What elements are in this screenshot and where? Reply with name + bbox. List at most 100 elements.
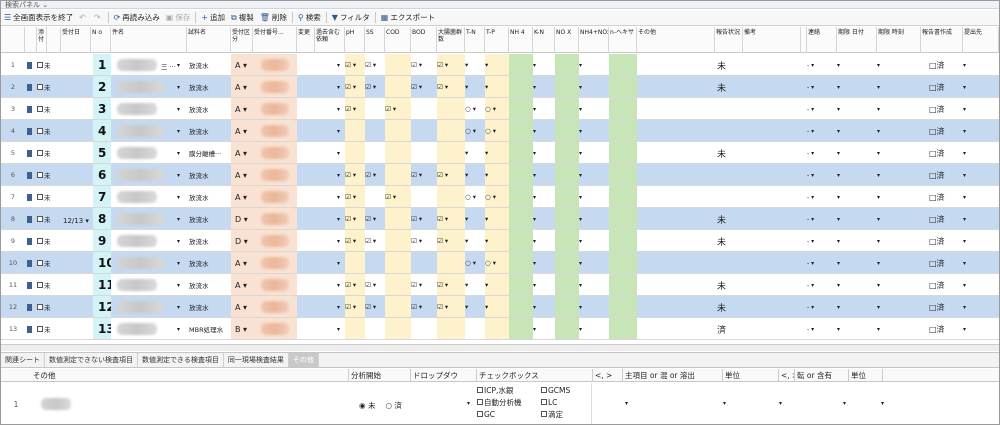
header-12[interactable]: 変更 bbox=[297, 27, 315, 53]
table-row[interactable]: 9 未 9 ▾ 放流水 D ▾ ▾ ☑ ▾ ☑ ▾ ☑ ▾ ☑ ▾ ▾ ▾ ▾ ▾ 未 - ▾ ▾ ▾ □済 ▾ bbox=[1, 230, 999, 252]
other[interactable] bbox=[637, 296, 715, 317]
deadline-time[interactable]: ▾ bbox=[877, 296, 921, 317]
table-row[interactable]: 2 未 2 ▾ 放流水 A ▾ ▾ ☑ ▾ ☑ ▾ ☑ ▾ ☑ ▾ ▾ ▾ ▾ ▾ 未 - ▾ ▾ ▾ □済 ▾ bbox=[1, 76, 999, 98]
header-1[interactable] bbox=[25, 27, 37, 53]
table-row[interactable]: 11未11▾放流水A ▾▾☑ ▾☑ ▾☑ ▾☑ ▾▾▾▾▾未- ▾▾▾□済▾ bbox=[1, 274, 999, 296]
report-created[interactable]: □済 bbox=[921, 252, 963, 273]
receipt-type[interactable]: A ▾ bbox=[231, 164, 253, 185]
contact[interactable]: - ▾ bbox=[807, 230, 837, 251]
deadline-date[interactable]: ▾ bbox=[837, 142, 877, 163]
deadline-time[interactable]: ▾ bbox=[877, 120, 921, 141]
attachment-cell[interactable] bbox=[25, 252, 37, 273]
tn[interactable]: ▾ bbox=[465, 230, 485, 251]
unread-checkbox-cell[interactable]: 未 bbox=[37, 274, 55, 295]
filter-button[interactable]: ▼ フィルタ bbox=[329, 11, 373, 25]
change-cell[interactable] bbox=[297, 76, 315, 97]
bottom-header-9[interactable]: 単位 bbox=[849, 369, 883, 382]
unread-checkbox-cell[interactable]: 未 bbox=[37, 142, 55, 163]
nox[interactable] bbox=[555, 142, 579, 163]
received-date-cell[interactable] bbox=[55, 318, 91, 339]
nox[interactable] bbox=[555, 98, 579, 119]
header-26[interactable]: その他 bbox=[637, 27, 715, 53]
tp[interactable]: ▾ bbox=[485, 296, 509, 317]
header-22[interactable]: K-N bbox=[533, 27, 555, 53]
change-cell[interactable] bbox=[297, 120, 315, 141]
n-hexane[interactable] bbox=[609, 164, 637, 185]
receipt-type[interactable]: A ▾ bbox=[231, 186, 253, 207]
bottom-tab-4[interactable]: その他 bbox=[288, 353, 319, 367]
tp[interactable]: ▾ bbox=[485, 208, 509, 229]
title-cell[interactable] bbox=[111, 76, 187, 97]
nh4[interactable] bbox=[509, 54, 533, 75]
title-dropdown[interactable]: ▾ bbox=[177, 186, 187, 207]
receipt-type[interactable]: A ▾ bbox=[231, 76, 253, 97]
undo-button[interactable]: ↶ bbox=[76, 11, 91, 25]
ph[interactable]: ☑ ▾ bbox=[345, 54, 365, 75]
bod[interactable]: ☑ ▾ bbox=[411, 296, 437, 317]
past-included[interactable]: ▾ bbox=[337, 318, 345, 339]
header-24[interactable]: NH4+NOx bbox=[579, 27, 609, 53]
tn[interactable]: ○ ▾ bbox=[465, 186, 485, 207]
table-row[interactable]: 1未1三 ··· ▾ 放流水 A ▾ ▾ ☑ ▾ ☑ ▾ ☑ ▾ ☑ ▾ ▾ ▾ ▾ ▾ 未 - ▾ ▾ ▾ □済… bbox=[1, 54, 999, 76]
ph[interactable]: ☑ ▾ bbox=[345, 274, 365, 295]
deadline-date[interactable]: ▾ bbox=[837, 54, 877, 75]
unread-checkbox-cell[interactable]: 未 bbox=[37, 54, 55, 75]
fecal-coliform[interactable]: ☑ ▾ bbox=[437, 230, 465, 251]
header-17[interactable]: BOD bbox=[411, 27, 437, 53]
other[interactable] bbox=[637, 120, 715, 141]
bottom-tab-0[interactable]: 関連シート bbox=[1, 353, 45, 367]
ph[interactable]: ☑ ▾ bbox=[345, 208, 365, 229]
bod[interactable] bbox=[411, 120, 437, 141]
title-dropdown[interactable]: ▾ bbox=[177, 142, 187, 163]
tn[interactable]: ▾ bbox=[465, 164, 485, 185]
receipt-type[interactable]: A ▾ bbox=[231, 120, 253, 141]
tn[interactable]: ▾ bbox=[465, 142, 485, 163]
nh4-nox[interactable]: ▾ bbox=[579, 274, 609, 295]
attachment-cell[interactable] bbox=[25, 274, 37, 295]
send-no[interactable]: ▾ bbox=[963, 186, 999, 207]
checkbox-item[interactable]: ICP,水銀 bbox=[477, 385, 522, 397]
cod[interactable]: ☑ ▾ bbox=[385, 186, 411, 207]
unread-checkbox-cell[interactable]: 未 bbox=[37, 164, 55, 185]
fecal-coliform[interactable] bbox=[437, 252, 465, 273]
report-created[interactable]: □済 bbox=[921, 296, 963, 317]
kn[interactable]: ▾ bbox=[533, 208, 555, 229]
received-date-cell[interactable] bbox=[55, 186, 91, 207]
nh4[interactable] bbox=[509, 76, 533, 97]
change-cell[interactable] bbox=[297, 318, 315, 339]
header-4[interactable]: 受付日 bbox=[61, 27, 91, 53]
past-included[interactable]: ▾ bbox=[337, 164, 345, 185]
fecal-coliform[interactable]: ☑ ▾ bbox=[437, 54, 465, 75]
cod[interactable] bbox=[385, 318, 411, 339]
unread-checkbox-cell[interactable]: 未 bbox=[37, 296, 55, 317]
nh4-nox[interactable]: ▾ bbox=[579, 252, 609, 273]
past-included[interactable]: ▾ bbox=[337, 120, 345, 141]
header-9[interactable]: 試料名 bbox=[187, 27, 231, 53]
deadline-date[interactable]: ▾ bbox=[837, 230, 877, 251]
cod[interactable]: ☑ ▾ bbox=[385, 98, 411, 119]
tp[interactable]: ▾ bbox=[485, 230, 509, 251]
bottom-header-5[interactable]: 主項目 or 混 or 溶出 bbox=[623, 369, 723, 382]
other[interactable] bbox=[637, 186, 715, 207]
bottom-tab-3[interactable]: 同一現場検査結果 bbox=[224, 353, 289, 367]
n-hexane[interactable] bbox=[609, 142, 637, 163]
receipt-type[interactable]: A ▾ bbox=[231, 274, 253, 295]
deadline-time[interactable]: ▾ bbox=[877, 318, 921, 339]
bottom-header-0[interactable]: その他 bbox=[31, 369, 349, 382]
tp[interactable]: ▾ bbox=[485, 142, 509, 163]
nh4[interactable] bbox=[509, 252, 533, 273]
ss[interactable] bbox=[365, 98, 385, 119]
dropdown-arrow-2[interactable]: ▾ bbox=[625, 400, 628, 407]
nox[interactable] bbox=[555, 120, 579, 141]
ph[interactable] bbox=[345, 142, 365, 163]
deadline-date[interactable]: ▾ bbox=[837, 76, 877, 97]
header-16[interactable]: COD bbox=[385, 27, 411, 53]
remarks[interactable] bbox=[743, 208, 801, 229]
received-date-cell[interactable] bbox=[55, 230, 91, 251]
bottom-header-3[interactable]: チェックボックス bbox=[477, 369, 593, 382]
header-33[interactable]: 報告書作成 bbox=[921, 27, 963, 53]
report-created[interactable]: □済 bbox=[921, 318, 963, 339]
receipt-type[interactable]: A ▾ bbox=[231, 98, 253, 119]
deadline-date[interactable]: ▾ bbox=[837, 296, 877, 317]
nox[interactable] bbox=[555, 296, 579, 317]
